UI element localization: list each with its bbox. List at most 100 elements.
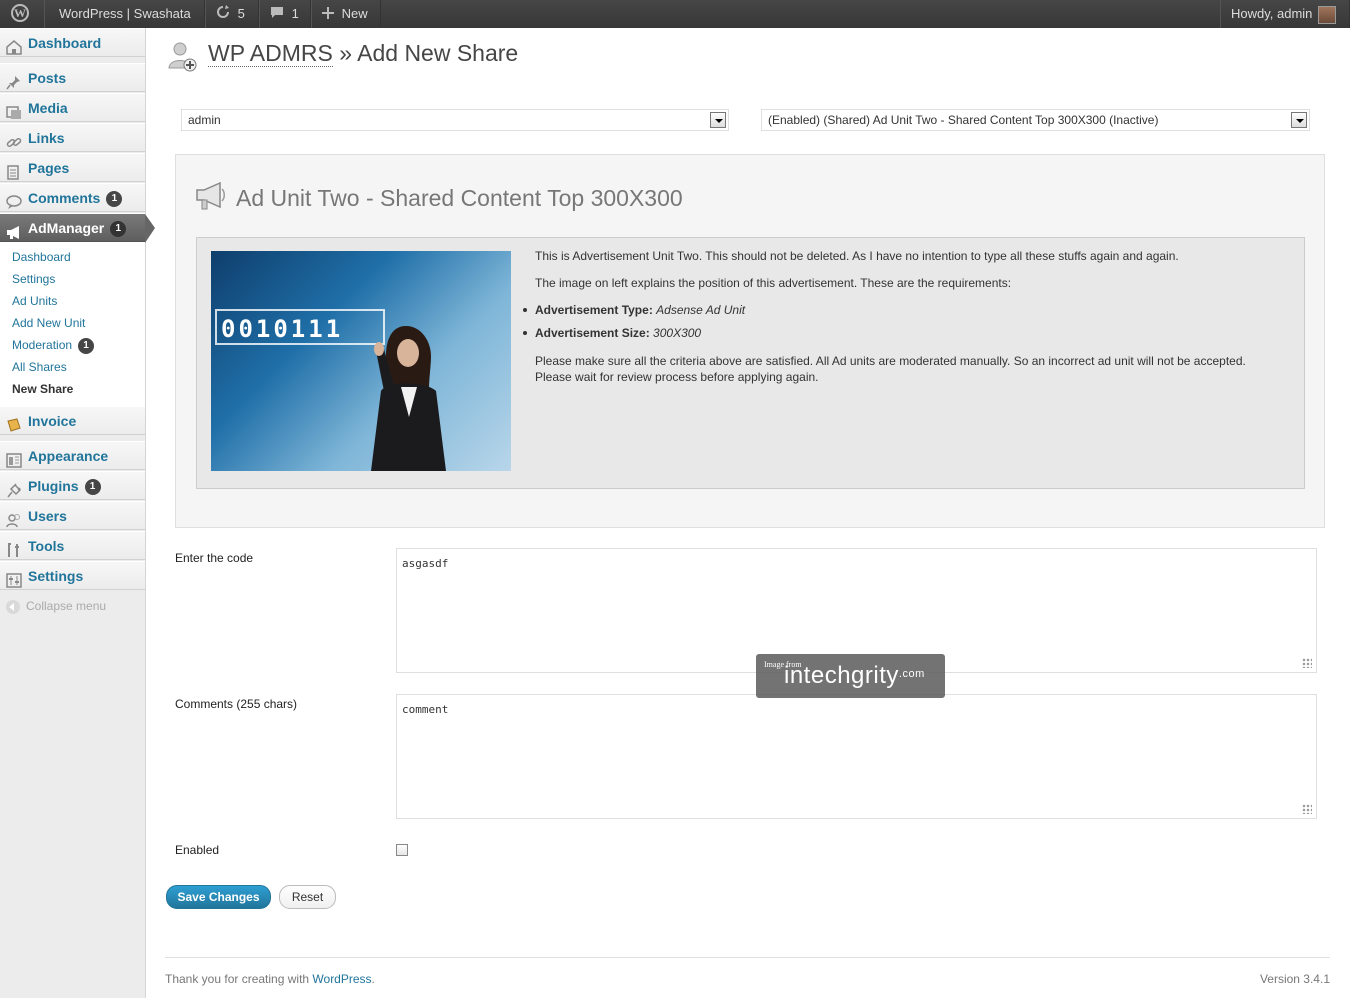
howdy-label: Howdy, admin bbox=[1231, 6, 1313, 21]
enabled-label: Enabled bbox=[175, 843, 220, 857]
page-title: WP ADMRS » Add New Share bbox=[208, 40, 518, 67]
menu-plugins[interactable]: Plugins 1 bbox=[0, 471, 145, 500]
comment-bubble-icon bbox=[270, 1, 284, 29]
wordpress-link[interactable]: WordPress bbox=[312, 972, 371, 986]
new-content-link[interactable]: New bbox=[311, 0, 381, 28]
chevron-down-icon bbox=[1291, 112, 1307, 128]
admin-bar: W WordPress | Swashata 5 1 New Howdy, ad… bbox=[0, 0, 1350, 28]
submenu-dashboard[interactable]: Dashboard bbox=[12, 246, 71, 268]
admanager-submenu: Dashboard Settings Ad Units Add New Unit… bbox=[0, 242, 145, 431]
comments-link[interactable]: 1 bbox=[259, 0, 311, 28]
watermark-tld: .com bbox=[898, 668, 925, 680]
menu-tools[interactable]: Tools bbox=[0, 531, 145, 560]
link-icon bbox=[6, 131, 22, 148]
menu-comments[interactable]: Comments 1 bbox=[0, 183, 145, 212]
enabled-checkbox[interactable] bbox=[396, 844, 408, 856]
comments-value: comment bbox=[402, 703, 449, 716]
menu-label: Pages bbox=[28, 160, 70, 176]
footer-version: Version 3.4.1 bbox=[1259, 972, 1330, 986]
count-badge: 1 bbox=[78, 337, 95, 354]
submenu-all-shares[interactable]: All Shares bbox=[12, 356, 67, 378]
plug-icon bbox=[6, 479, 22, 498]
requirement-value: Adsense Ad Unit bbox=[656, 303, 746, 317]
menu-label: Plugins bbox=[28, 478, 79, 494]
ad-position-image: 0010111 bbox=[211, 251, 511, 471]
resize-grip-icon[interactable] bbox=[1302, 804, 1312, 814]
menu-media[interactable]: Media bbox=[0, 93, 145, 122]
resize-grip-icon[interactable] bbox=[1302, 658, 1312, 668]
watermark-brand: intechgrity bbox=[784, 662, 899, 689]
comments-textarea[interactable]: comment bbox=[396, 694, 1317, 819]
menu-posts[interactable]: Posts bbox=[0, 63, 145, 92]
user-add-icon bbox=[166, 40, 198, 72]
list-item: Advertisement Type: Adsense Ad Unit bbox=[523, 302, 1285, 318]
requirement-label: Advertisement Size: bbox=[535, 326, 650, 340]
ad-unit-panel: Ad Unit Two - Shared Content Top 300X300… bbox=[175, 154, 1325, 528]
menu-label: Users bbox=[28, 508, 67, 524]
ad-unit-description: This is Advertisement Unit Two. This sho… bbox=[523, 248, 1285, 385]
description-line: This is Advertisement Unit Two. This sho… bbox=[535, 249, 1179, 263]
user-select[interactable]: admin bbox=[181, 109, 729, 131]
menu-admanager[interactable]: AdManager 1 bbox=[0, 213, 155, 243]
settings-icon bbox=[6, 569, 22, 588]
note-line: Please make sure all the criteria above … bbox=[535, 354, 1246, 368]
title-acronym: WP ADMRS bbox=[208, 40, 333, 67]
submenu-ad-units[interactable]: Ad Units bbox=[12, 290, 57, 312]
site-name-label: WordPress | Swashata bbox=[59, 6, 191, 21]
menu-pages[interactable]: Pages bbox=[0, 153, 145, 182]
collapse-menu-button[interactable]: Collapse menu bbox=[6, 599, 106, 614]
menu-label: Appearance bbox=[28, 448, 109, 464]
title-text: » Add New Share bbox=[332, 40, 519, 66]
pin-icon bbox=[6, 71, 22, 90]
ad-unit-details: 0010111 This is Advertisement Unit Two. … bbox=[196, 237, 1305, 489]
submenu-moderation[interactable]: Moderation 1 bbox=[12, 334, 95, 356]
footer-thanks-text: Thank you for creating with bbox=[165, 972, 313, 986]
woman-figure-image bbox=[361, 321, 471, 471]
updates-link[interactable]: 5 bbox=[205, 0, 259, 28]
menu-appearance[interactable]: Appearance bbox=[0, 441, 145, 470]
wordpress-logo-button[interactable]: W bbox=[0, 0, 44, 28]
menu-dashboard[interactable]: Dashboard bbox=[0, 28, 145, 57]
comment-bubble-icon bbox=[6, 191, 22, 209]
code-label: Enter the code bbox=[175, 551, 254, 565]
count-badge: 1 bbox=[106, 191, 123, 208]
code-value: asgasdf bbox=[402, 557, 449, 570]
ad-unit-title: Ad Unit Two - Shared Content Top 300X300 bbox=[236, 185, 683, 211]
main-content: WP ADMRS » Add New Share admin (Enabled)… bbox=[146, 28, 1350, 998]
ad-unit-select-value: (Enabled) (Shared) Ad Unit Two - Shared … bbox=[768, 113, 1159, 127]
watermark-logo: Image from intechgrity.com bbox=[756, 654, 945, 698]
footer-thanks: Thank you for creating with WordPress. bbox=[165, 972, 375, 986]
submenu-new-share[interactable]: New Share bbox=[12, 378, 73, 400]
menu-label: Dashboard bbox=[28, 35, 102, 51]
count-badge: 1 bbox=[110, 221, 127, 238]
collapse-arrow-icon bbox=[6, 599, 20, 614]
description-line: The image on left explains the position … bbox=[535, 276, 1012, 290]
site-name-link[interactable]: WordPress | Swashata bbox=[44, 0, 205, 28]
requirements-list: Advertisement Type: Adsense Ad Unit Adve… bbox=[523, 302, 1285, 341]
users-icon bbox=[6, 509, 22, 528]
reset-button[interactable]: Reset bbox=[279, 885, 336, 909]
submenu-label: Moderation bbox=[12, 338, 73, 352]
menu-settings[interactable]: Settings bbox=[0, 561, 145, 590]
comments-count: 1 bbox=[291, 6, 299, 21]
submenu-settings[interactable]: Settings bbox=[12, 268, 55, 290]
refresh-icon bbox=[216, 1, 230, 29]
invoice-icon bbox=[6, 414, 22, 432]
tools-icon bbox=[6, 539, 22, 557]
menu-links[interactable]: Links bbox=[0, 123, 145, 152]
menu-label: Links bbox=[28, 130, 65, 146]
wordpress-logo-icon: W bbox=[11, 4, 29, 22]
menu-users[interactable]: Users bbox=[0, 501, 145, 530]
comments-label: Comments (255 chars) bbox=[175, 697, 298, 711]
menu-label: Comments bbox=[28, 190, 101, 206]
user-select-value: admin bbox=[188, 113, 221, 127]
dashboard-icon bbox=[6, 36, 22, 55]
submenu-add-new-unit[interactable]: Add New Unit bbox=[12, 312, 85, 334]
requirement-label: Advertisement Type: bbox=[535, 303, 653, 317]
plus-icon bbox=[322, 1, 334, 29]
menu-invoice[interactable]: Invoice bbox=[0, 406, 145, 435]
save-changes-button[interactable]: Save Changes bbox=[166, 885, 271, 909]
menu-label: Invoice bbox=[28, 413, 77, 429]
ad-unit-select[interactable]: (Enabled) (Shared) Ad Unit Two - Shared … bbox=[761, 109, 1310, 131]
my-account-link[interactable]: Howdy, admin bbox=[1220, 0, 1350, 28]
